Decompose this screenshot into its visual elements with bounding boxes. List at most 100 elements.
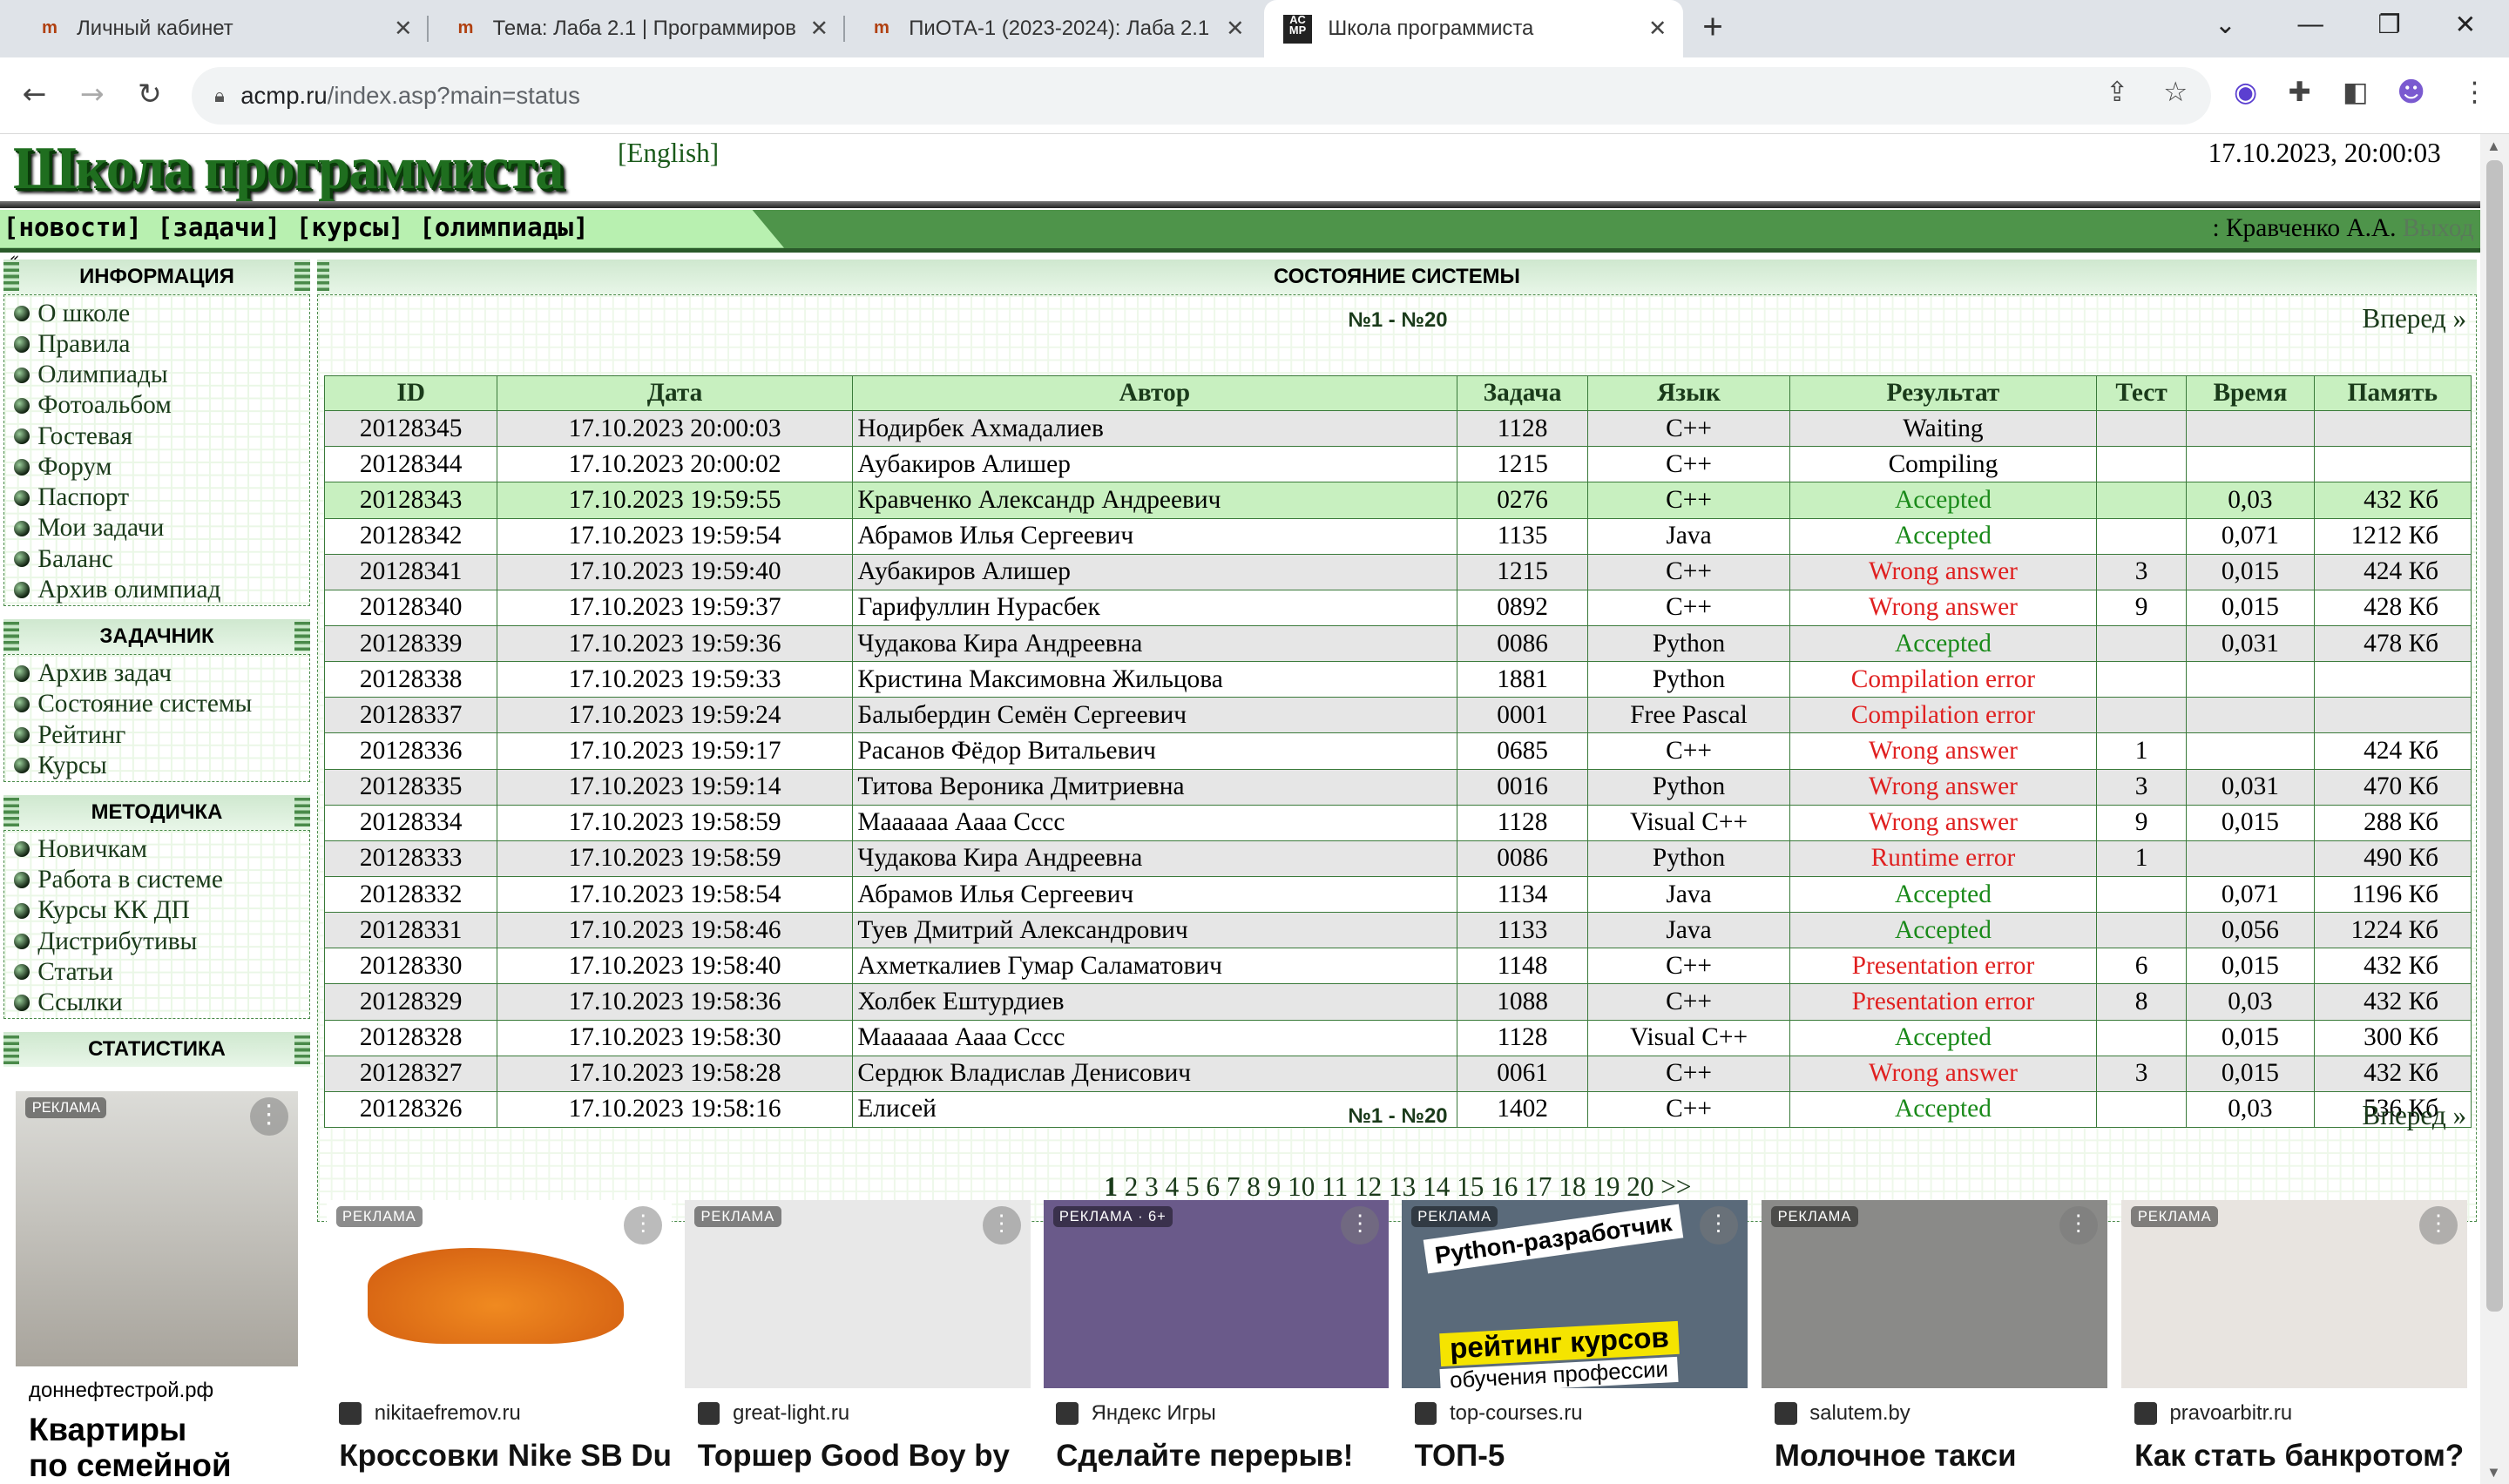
author-name[interactable]: Нодирбек Ахмадалиев [851,410,1457,448]
scroll-down-icon[interactable]: ▼ [2486,1464,2500,1481]
submission-id[interactable]: 20128328 [324,1019,498,1056]
more-icon[interactable]: ⋮ [982,1205,1021,1245]
sidebar-item[interactable]: Ссылки [4,988,310,1018]
more-icon[interactable]: ⋮ [2419,1205,2458,1245]
sidebar-item[interactable]: Форум [4,452,310,482]
task-link[interactable]: 1148 [1456,948,1589,985]
puzzle-icon[interactable]: ✚ [2288,77,2310,108]
star-icon[interactable]: ☆ [2163,77,2188,108]
submission-id[interactable]: 20128337 [324,697,498,734]
menu-news[interactable]: [новости] [3,212,142,242]
submission-id[interactable]: 20128345 [324,410,498,448]
scrollbar-thumb[interactable] [2486,159,2503,1312]
sidebar-item[interactable]: Курсы [4,751,310,781]
menu-courses[interactable]: [курсы] [296,212,404,242]
ad-card[interactable]: Python-разработчик рейтинг курсов обучения… [1401,1199,1748,1484]
page-link[interactable]: 13 [1389,1171,1416,1202]
submission-id[interactable]: 20128341 [324,553,498,590]
task-link[interactable]: 1134 [1456,875,1589,914]
sidebar-item[interactable]: Паспорт [4,482,310,513]
more-icon[interactable]: ⋮ [624,1205,663,1245]
sidebar-item[interactable]: Олимпиады [4,360,310,390]
sidebar-item[interactable]: Мои задачи [4,513,310,543]
ad-card[interactable]: РЕКЛАМА · 6+ ⋮ Яндекс Игры Сделайте перерыв… [1043,1199,1390,1484]
more-icon[interactable]: ⋮ [249,1096,288,1137]
share-icon[interactable]: ⇪ [2106,77,2128,108]
more-icon[interactable]: ⋮ [2059,1205,2098,1245]
sidebar-item[interactable]: Работа в системе [4,865,310,895]
reload-icon[interactable]: ↻ [138,77,162,111]
page-link[interactable]: 4 [1166,1171,1180,1202]
page-link[interactable]: 10 [1288,1171,1315,1202]
page-link[interactable]: 2 [1125,1171,1139,1202]
page-link[interactable]: 9 [1268,1171,1282,1202]
page-link[interactable]: 18 [1559,1171,1586,1202]
ad-card[interactable]: РЕКЛАМА ⋮ great-light.ru Торшер Good Boy by [685,1199,1031,1484]
submission-id[interactable]: 20128332 [324,875,498,914]
author-name[interactable]: Титова Вероника Дмитриевна [851,768,1457,806]
author-name[interactable]: Маааааа Аааа Сссс [851,804,1457,841]
back-icon[interactable]: ← [23,77,47,111]
author-name[interactable]: Абрамов Илья Сергеевич [851,517,1457,555]
submission-id[interactable]: 20128333 [324,840,498,878]
sidepanel-icon[interactable]: ◧ [2343,77,2369,108]
task-link[interactable]: 1128 [1456,410,1589,448]
author-name[interactable]: Туев Дмитрий Александрович [851,912,1457,949]
scroll-up-icon[interactable]: ▲ [2486,138,2500,155]
author-name[interactable]: Кравченко Александр Андреевич [851,482,1457,519]
forward-link-top[interactable]: Вперед » [2362,303,2466,334]
task-link[interactable]: 1128 [1456,804,1589,841]
sidebar-item[interactable]: Статьи [4,957,310,988]
sidebar-item[interactable]: Правила [4,329,310,360]
task-link[interactable]: 1088 [1456,983,1589,1021]
submission-id[interactable]: 20128331 [324,912,498,949]
author-name[interactable]: Аубакиров Алишер [851,553,1457,590]
submission-id[interactable]: 20128336 [324,732,498,770]
page-link[interactable]: 8 [1247,1171,1261,1202]
forward-icon[interactable]: → [80,77,105,111]
more-icon[interactable]: ⋮ [1699,1205,1738,1245]
close-icon[interactable]: ✕ [803,16,835,42]
submission-id[interactable]: 20128334 [324,804,498,841]
close-icon[interactable]: ✕ [1641,16,1674,42]
sidebar-item[interactable]: Курсы КК ДП [4,895,310,926]
author-name[interactable]: Ахметкалиев Гумар Саламатович [851,948,1457,985]
more-icon[interactable]: ⋮ [1341,1205,1380,1245]
task-link[interactable]: 1215 [1456,553,1589,590]
logout-link[interactable]: Выход [2403,214,2474,242]
author-name[interactable]: Расанов Фёдор Витальевич [851,732,1457,770]
close-icon[interactable]: ✕ [1220,16,1252,42]
page-link[interactable]: 16 [1491,1171,1518,1202]
sidebar-item[interactable]: Состояние системы [4,689,310,719]
sidebar-item[interactable]: Баланс [4,544,310,575]
ad-card[interactable]: РЕКЛАМА ⋮ pravoarbitr.ru Как стать банкрото… [2121,1199,2468,1484]
author-name[interactable]: Маааааа Аааа Сссс [851,1019,1457,1056]
sidebar-item[interactable]: О школе [4,299,310,329]
submission-id[interactable]: 20128335 [324,768,498,806]
page-link[interactable]: 7 [1227,1171,1241,1202]
submission-id[interactable]: 20128342 [324,517,498,555]
sidebar-item[interactable]: Архив олимпиад [4,575,310,605]
url-field[interactable]: 🔒︎ acmp.ru/index.asp?main=status [192,67,2212,125]
extension-shield-icon[interactable]: ◉ [2234,77,2257,108]
task-link[interactable]: 0086 [1456,840,1589,878]
submission-id[interactable]: 20128339 [324,625,498,663]
task-link[interactable]: 0061 [1456,1055,1589,1092]
browser-tab[interactable]: m Тема: Лаба 2.1 | Программиров ✕ [416,0,845,57]
new-tab-icon[interactable]: + [1702,6,1723,47]
task-link[interactable]: 1881 [1456,661,1589,698]
ad-card[interactable]: РЕКЛАМА ⋮ nikitaefremov.ru Кроссовки Nike S… [326,1199,673,1484]
task-link[interactable]: 1215 [1456,446,1589,483]
page-link[interactable]: 5 [1186,1171,1200,1202]
close-window-icon[interactable]: ✕ [2454,10,2476,40]
avatar[interactable]: ☻ [2397,77,2425,108]
close-icon[interactable]: ✕ [388,16,420,42]
author-name[interactable]: Чудакова Кира Андреевна [851,625,1457,663]
sidebar-item[interactable]: Архив задач [4,658,310,689]
task-link[interactable]: 0016 [1456,768,1589,806]
sidebar-item[interactable]: Рейтинг [4,719,310,750]
task-link[interactable]: 0001 [1456,697,1589,734]
page-link[interactable]: 12 [1355,1171,1382,1202]
task-link[interactable]: 0276 [1456,482,1589,519]
restore-icon[interactable]: ❐ [2377,10,2400,40]
